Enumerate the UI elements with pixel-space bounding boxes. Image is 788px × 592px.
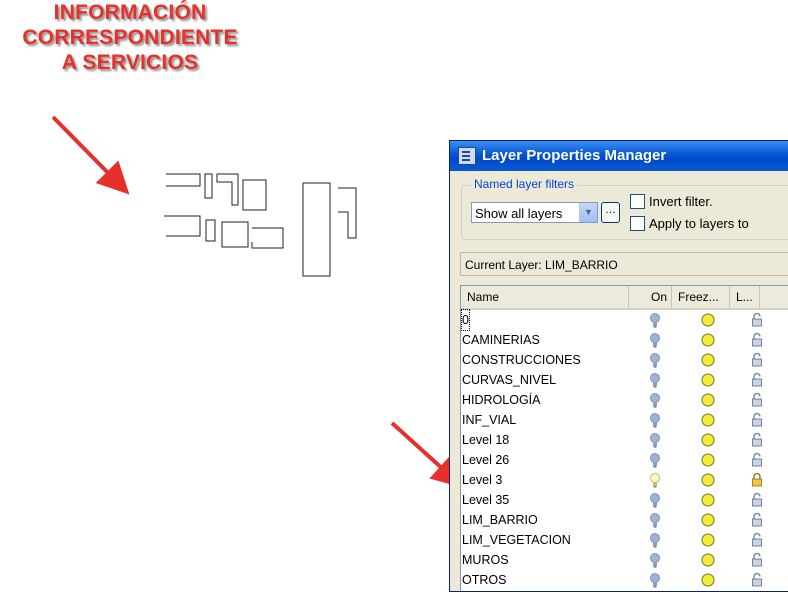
layer-name: MUROS [462, 553, 509, 567]
sun-icon[interactable] [700, 373, 716, 387]
invert-filter-option[interactable]: Invert filter. [630, 194, 713, 209]
layer-name: LIM_BARRIO [462, 513, 538, 527]
layer-name: CONSTRUCCIONES [462, 353, 581, 367]
layer-list-header: Name On Freez... L... [461, 286, 788, 310]
lightbulb-on-icon[interactable] [650, 513, 660, 528]
lock-open-icon[interactable] [751, 433, 763, 447]
layer-name: OTROS [462, 573, 507, 587]
layer-row[interactable]: CONSTRUCCIONES [461, 350, 788, 370]
lightbulb-on-icon[interactable] [650, 533, 660, 548]
lock-open-icon[interactable] [751, 393, 763, 407]
invert-filter-label: Invert filter. [649, 194, 713, 209]
layer-row[interactable]: Level 26 [461, 450, 788, 470]
lightbulb-on-icon[interactable] [650, 333, 660, 348]
layer-manager-icon [458, 147, 476, 165]
layer-name: CAMINERIAS [462, 333, 540, 347]
annotation-arrow-1 [51, 115, 130, 195]
layer-row[interactable]: Level 18 [461, 430, 788, 450]
layer-row[interactable]: CAMINERIAS [461, 330, 788, 350]
named-layer-filters-group: Named layer filters Show all layers ▼ … … [461, 177, 788, 240]
lightbulb-on-icon[interactable] [650, 433, 660, 448]
layer-name: Level 3 [462, 473, 503, 487]
apply-filter-label: Apply to layers to [649, 216, 749, 231]
named-layer-filters-label: Named layer filters [471, 177, 578, 191]
layer-row[interactable]: CURVAS_NIVEL [461, 370, 788, 390]
layer-name: INF_VIAL [462, 413, 517, 427]
column-header-freeze[interactable]: Freez... [672, 286, 730, 308]
layer-rows: 0 CAMINERIAS CONSTRUCCIONES CURVAS_NIVEL HID… [461, 309, 788, 590]
lightbulb-on-icon[interactable] [650, 453, 660, 468]
lightbulb-on-icon[interactable] [650, 493, 660, 508]
chevron-down-icon[interactable]: ▼ [579, 203, 597, 222]
layer-properties-window: Layer Properties Manager Named layer fil… [449, 140, 788, 592]
layer-row[interactable]: LIM_VEGETACION [461, 530, 788, 550]
sun-icon[interactable] [700, 413, 716, 427]
lock-closed-icon[interactable] [751, 473, 763, 487]
invert-filter-checkbox[interactable] [630, 194, 645, 209]
sun-icon[interactable] [700, 353, 716, 367]
lock-open-icon[interactable] [751, 533, 763, 547]
sun-icon[interactable] [700, 573, 716, 587]
layer-name: LIM_VEGETACION [462, 533, 571, 547]
layer-name: Level 26 [462, 453, 510, 467]
sun-icon[interactable] [700, 553, 716, 567]
layer-name: HIDROLOGÍA [462, 393, 541, 407]
sun-icon[interactable] [700, 473, 716, 487]
current-layer-display: Current Layer: LIM_BARRIO [460, 252, 788, 276]
annotation-arrow-2 [390, 421, 464, 489]
lightbulb-on-icon[interactable] [650, 553, 660, 568]
filter-dialog-button[interactable]: … [601, 202, 620, 223]
lock-open-icon[interactable] [751, 413, 763, 427]
lightbulb-on-icon[interactable] [650, 373, 660, 388]
lock-open-icon[interactable] [751, 353, 763, 367]
lock-open-icon[interactable] [751, 373, 763, 387]
lock-open-icon[interactable] [751, 513, 763, 527]
lightbulb-on-icon[interactable] [650, 393, 660, 408]
column-header-name[interactable]: Name [461, 286, 629, 308]
sun-icon[interactable] [700, 533, 716, 547]
column-header-on[interactable]: On [629, 286, 672, 308]
lightbulb-on-icon[interactable] [650, 413, 660, 428]
lock-open-icon[interactable] [751, 453, 763, 467]
lock-open-icon[interactable] [751, 493, 763, 507]
apply-filter-option[interactable]: Apply to layers to [630, 216, 749, 231]
lock-open-icon[interactable] [751, 553, 763, 567]
sun-icon[interactable] [700, 333, 716, 347]
layer-name: 0 [461, 309, 470, 331]
sun-icon[interactable] [700, 493, 716, 507]
window-titlebar[interactable]: Layer Properties Manager [450, 141, 788, 171]
layer-row[interactable]: OTROS [461, 570, 788, 590]
layer-row[interactable]: MUROS [461, 550, 788, 570]
layer-row[interactable]: Level 35 [461, 490, 788, 510]
cad-building-outlines [164, 173, 357, 277]
apply-filter-checkbox[interactable] [630, 216, 645, 231]
window-title: Layer Properties Manager [482, 147, 667, 164]
layer-row[interactable]: HIDROLOGÍA [461, 390, 788, 410]
lightbulb-off-icon[interactable] [650, 473, 660, 488]
layer-name: Level 35 [462, 493, 510, 507]
sun-icon[interactable] [700, 313, 716, 327]
lock-open-icon[interactable] [751, 313, 763, 327]
layer-row[interactable]: 0 [461, 309, 788, 331]
column-header-lock[interactable]: L... [730, 286, 760, 308]
sun-icon[interactable] [700, 453, 716, 467]
layer-list: Name On Freez... L... 0 CAMINERIAS CONSTRU… [460, 285, 788, 591]
layer-name: Level 18 [462, 433, 510, 447]
sun-icon[interactable] [700, 393, 716, 407]
lightbulb-on-icon[interactable] [650, 353, 660, 368]
lightbulb-on-icon[interactable] [650, 573, 660, 588]
layer-filter-select[interactable]: Show all layers ▼ [471, 202, 598, 223]
layer-name: CURVAS_NIVEL [462, 373, 557, 387]
layer-row[interactable]: Level 3 [461, 470, 788, 490]
layer-row[interactable]: INF_VIAL [461, 410, 788, 430]
sun-icon[interactable] [700, 513, 716, 527]
lock-open-icon[interactable] [751, 333, 763, 347]
lock-open-icon[interactable] [751, 573, 763, 587]
layer-filter-value: Show all layers [475, 206, 563, 221]
layer-row[interactable]: LIM_BARRIO [461, 510, 788, 530]
sun-icon[interactable] [700, 433, 716, 447]
lightbulb-on-icon[interactable] [650, 313, 660, 328]
